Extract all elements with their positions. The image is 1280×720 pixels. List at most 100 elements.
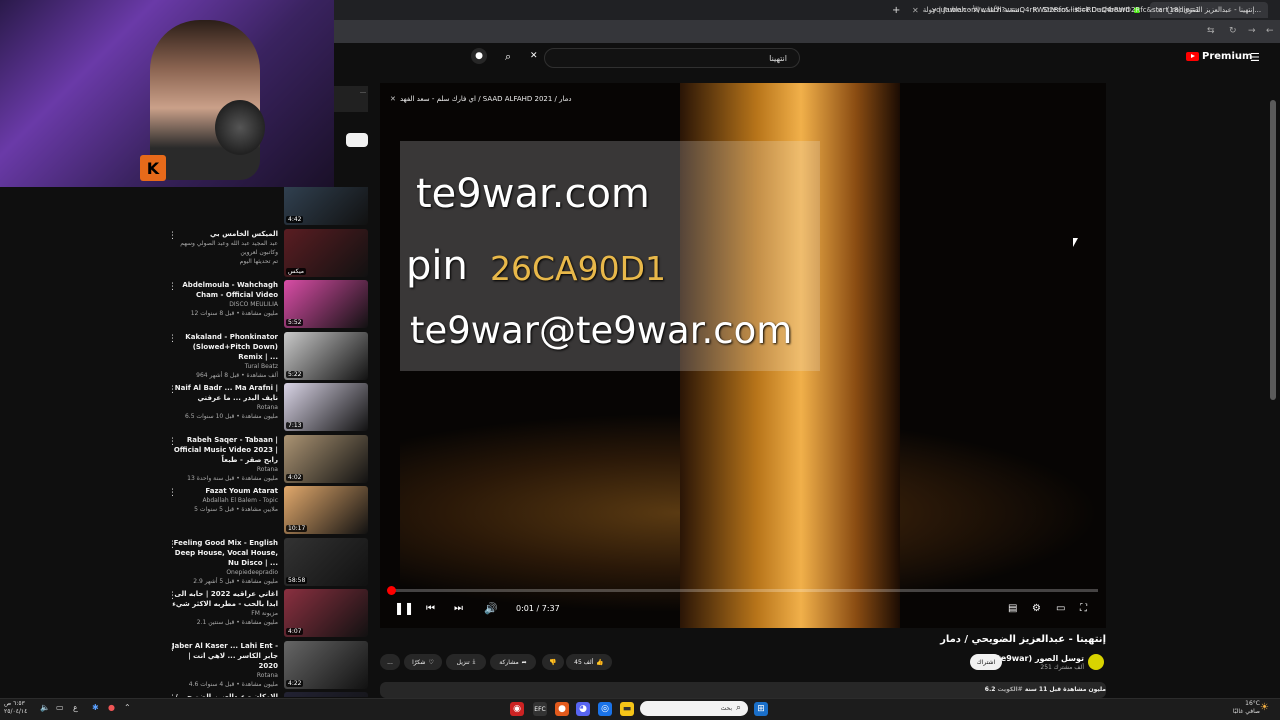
more-options-icon[interactable]: ⋮ bbox=[168, 282, 177, 292]
app-icon-chrome[interactable]: ◎ bbox=[598, 702, 612, 716]
thumbs-up-icon: 👍 bbox=[596, 658, 604, 666]
reload-icon[interactable]: ↻ bbox=[1229, 26, 1237, 36]
tray-app-icon[interactable]: ● bbox=[108, 703, 115, 712]
site-settings-icon[interactable]: ⇆ bbox=[1207, 26, 1215, 36]
next-icon[interactable]: ⏭ bbox=[454, 603, 463, 614]
thanks-button[interactable]: شكرًا ♡ bbox=[404, 654, 442, 670]
page-scrollbar[interactable] bbox=[1270, 100, 1276, 400]
theater-mode-icon[interactable]: ▭ bbox=[1056, 603, 1065, 614]
related-video-item[interactable]: 4:421.1 مليون مشاهدة • قبل 4 سنوات⋮ bbox=[160, 187, 370, 228]
more-options-icon[interactable]: ⋮ bbox=[168, 540, 177, 550]
channel-avatar[interactable] bbox=[1088, 654, 1104, 670]
video-title-text[interactable]: Fazat Youm Atarat bbox=[168, 486, 278, 496]
back-icon[interactable]: ← bbox=[1266, 26, 1274, 36]
video-thumbnail[interactable]: ميكس bbox=[284, 228, 368, 277]
video-title-text[interactable]: الإمكان - عبدالعزيز الضويحي / أداء جالي bbox=[168, 692, 278, 697]
more-options-icon[interactable]: ⋮ bbox=[168, 643, 177, 653]
hashtag[interactable]: #الكويت bbox=[998, 686, 1023, 693]
search-icon[interactable]: ⌕ bbox=[505, 50, 511, 64]
subscribe-button[interactable]: اشتراك bbox=[970, 654, 1002, 670]
related-video-item[interactable]: 4:07 اغاني عراقيه 2022 | حابه الى ابدا با… bbox=[160, 589, 370, 640]
speaker-icon[interactable]: 🔈 bbox=[40, 703, 50, 712]
video-thumbnail[interactable]: 4:07 bbox=[284, 589, 368, 637]
video-thumbnail[interactable]: 58:58 bbox=[284, 537, 368, 586]
related-videos-list: 4:421.1 مليون مشاهدة • قبل 4 سنوات⋮ ميكس ا… bbox=[160, 187, 370, 697]
app-icon-editor[interactable]: EFC bbox=[533, 702, 547, 716]
close-icon[interactable]: ✕ bbox=[912, 6, 919, 15]
pause-icon[interactable]: ❚❚ bbox=[394, 601, 414, 615]
video-thumbnail[interactable]: 4:02 bbox=[284, 434, 368, 483]
download-label: تنزيل bbox=[456, 658, 470, 666]
dislike-button[interactable]: 👎 bbox=[542, 654, 564, 670]
related-video-item[interactable]: ميكس الميكس الخامس بي عبد المجيد عبد الله … bbox=[160, 228, 370, 280]
related-video-item[interactable]: 5:22 Kakaland - Phonkinator (Slowed+Pitch… bbox=[160, 331, 370, 383]
address-bar[interactable]: youtube.com/watch?v=uQ4rRWD2Rfc&list=RDu… bbox=[932, 6, 1200, 14]
related-video-item[interactable]: 58:58 Feeling Good Mix - English Deep Hou… bbox=[160, 537, 370, 589]
video-player[interactable]: te9war.com pin 26CA90D1 te9war@te9war.co… bbox=[380, 83, 1106, 628]
menu-icon[interactable]: ☰ bbox=[1250, 51, 1260, 64]
windows-start-icon[interactable]: ⊞ bbox=[754, 702, 768, 716]
video-title-text[interactable]: Naif Al Badr ... Ma Arafni | نايف البدر … bbox=[168, 383, 278, 403]
file-explorer-icon[interactable]: ▬ bbox=[620, 702, 634, 716]
language-indicator[interactable]: ع bbox=[73, 703, 78, 712]
search-input[interactable]: انتهينا bbox=[544, 48, 800, 68]
video-thumbnail[interactable]: 4:22 bbox=[284, 640, 368, 689]
bluetooth-icon[interactable]: ✱ bbox=[92, 703, 99, 712]
taskbar-search[interactable]: بحث bbox=[640, 701, 748, 716]
more-options-icon[interactable]: ⋮ bbox=[168, 385, 177, 395]
voice-search-icon[interactable]: ● bbox=[471, 48, 487, 64]
related-video-item[interactable]: 4:22 Jaber Al Kaser ... Lahi Ent - جابر ا… bbox=[160, 640, 370, 692]
app-icon-discord[interactable]: ◕ bbox=[576, 702, 590, 716]
download-button[interactable]: تنزيل ⤓ bbox=[446, 654, 486, 670]
video-title-text[interactable]: Kakaland - Phonkinator (Slowed+Pitch Dow… bbox=[168, 332, 278, 362]
video-title-text[interactable]: Feeling Good Mix - English Deep House, V… bbox=[168, 538, 278, 568]
more-options-icon[interactable]: ⋮ bbox=[168, 488, 177, 498]
forward-icon[interactable]: → bbox=[1248, 26, 1256, 36]
subtitles-icon[interactable]: ▤ bbox=[1008, 603, 1017, 614]
playlist-header[interactable]: … bbox=[334, 86, 368, 112]
more-options-icon[interactable]: ⋮ bbox=[168, 334, 177, 344]
video-title-text[interactable]: اغاني عراقيه 2022 | حابه الى ابدا بالحب … bbox=[168, 589, 278, 609]
playlist-chip[interactable] bbox=[346, 133, 368, 147]
video-thumbnail[interactable] bbox=[284, 692, 368, 697]
related-video-item[interactable]: 4:02 Rabeh Saqer - Tabaan | Official Musi… bbox=[160, 434, 370, 486]
more-options-icon[interactable]: ⋮ bbox=[168, 187, 177, 189]
video-title-text[interactable]: الميكس الخامس بي bbox=[168, 229, 278, 239]
chevron-up-icon[interactable]: ⌃ bbox=[124, 703, 131, 712]
video-thumbnail[interactable]: 5:52 bbox=[284, 280, 368, 328]
youtube-premium-logo[interactable]: Premium bbox=[1186, 51, 1252, 62]
like-button[interactable]: 45 ألف 👍 bbox=[566, 654, 612, 670]
related-video-item[interactable]: 7:13 Naif Al Badr ... Ma Arafni | نايف ال… bbox=[160, 383, 370, 434]
close-miniplayer-icon[interactable]: ✕ bbox=[390, 95, 396, 103]
progress-bar[interactable] bbox=[387, 586, 1098, 595]
clear-search-icon[interactable]: ✕ bbox=[530, 51, 538, 61]
channel-name[interactable]: (te9war) توسل الصور bbox=[993, 654, 1084, 663]
video-thumbnail[interactable]: 7:13 bbox=[284, 383, 368, 431]
more-options-icon[interactable]: ⋮ bbox=[168, 231, 177, 241]
progress-scrubber[interactable] bbox=[387, 586, 396, 595]
related-video-item[interactable]: الإمكان - عبدالعزيز الضويحي / أداء جالي(… bbox=[160, 692, 370, 697]
more-actions-button[interactable]: ... bbox=[380, 654, 400, 670]
network-icon[interactable]: ▭ bbox=[56, 703, 64, 712]
video-thumbnail[interactable]: 5:22 bbox=[284, 331, 368, 380]
more-options-icon[interactable]: ⋮ bbox=[168, 591, 177, 601]
settings-gear-icon[interactable]: ⚙ bbox=[1032, 603, 1041, 614]
new-tab-button[interactable]: + bbox=[886, 2, 904, 18]
related-video-item[interactable]: 5:52 Abdelmoula - Wahchagh Cham - Officia… bbox=[160, 280, 370, 331]
share-button[interactable]: مشاركة ➦ bbox=[490, 654, 536, 670]
video-title-text[interactable]: Abdelmoula - Wahchagh Cham - Official Vi… bbox=[168, 280, 278, 300]
previous-icon[interactable]: ⏮ bbox=[426, 603, 435, 614]
video-title-text[interactable]: Rabeh Saqer - Tabaan | Official Music Vi… bbox=[168, 435, 278, 465]
app-icon-recorder[interactable]: ◉ bbox=[510, 702, 524, 716]
video-title-text[interactable]: Jaber Al Kaser ... Lahi Ent - جابر الكاس… bbox=[168, 641, 278, 671]
video-thumbnail[interactable]: 4:42 bbox=[284, 187, 368, 225]
more-options-icon[interactable]: ⋮ bbox=[168, 437, 177, 447]
app-icon-brave[interactable]: ● bbox=[555, 702, 569, 716]
more-options-icon[interactable]: ⋮ bbox=[168, 694, 177, 697]
taskbar-clock[interactable]: ٦:٥٣ ص ٢٥/٠٤/١٤ bbox=[4, 700, 27, 716]
fullscreen-icon[interactable]: ⛶ bbox=[1080, 603, 1087, 614]
volume-icon[interactable]: 🔊 bbox=[484, 602, 498, 615]
weather-widget[interactable]: 16°C صافي غالبًا bbox=[1233, 700, 1260, 716]
video-thumbnail[interactable]: 10:17 bbox=[284, 486, 368, 534]
related-video-item[interactable]: 10:17 Fazat Youm Atarat Abdallah El Balem … bbox=[160, 486, 370, 537]
